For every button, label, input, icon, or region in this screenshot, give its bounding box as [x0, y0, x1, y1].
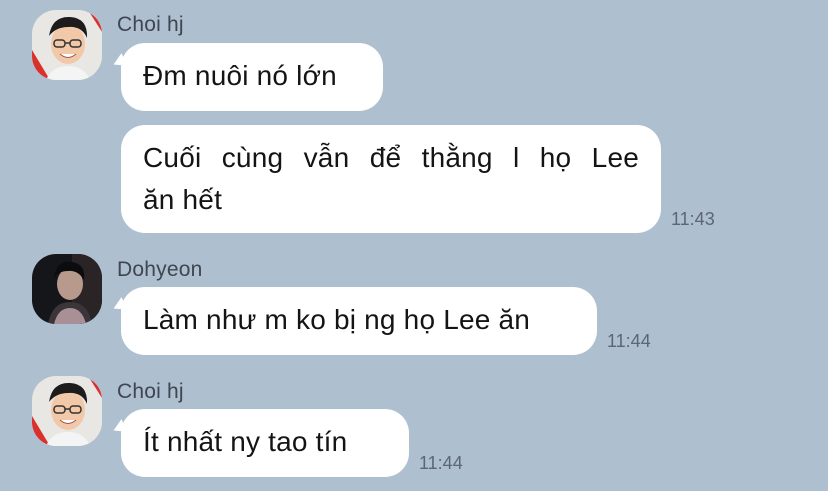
- message-timestamp: 11:44: [607, 331, 651, 351]
- message-bubble[interactable]: Đm nuôi nó lớn: [121, 43, 383, 111]
- message-text-line: ăn hết: [143, 184, 223, 215]
- person-photo-icon: [32, 376, 102, 446]
- message-text: Ít nhất ny tao tín: [143, 426, 348, 457]
- message-timestamp: 11:43: [671, 209, 715, 229]
- chat-area: Choi hj Đm nuôi nó lớn Cuối cùng vẫn để …: [0, 0, 828, 491]
- avatar-choi-hj[interactable]: [32, 376, 102, 446]
- sender-name: Choi hj: [117, 13, 184, 36]
- person-photo-icon: [32, 10, 102, 80]
- sender-name: Dohyeon: [117, 258, 203, 281]
- message-timestamp: 11:44: [419, 453, 463, 473]
- avatar-dohyeon[interactable]: [32, 254, 102, 324]
- sender-name: Choi hj: [117, 380, 184, 403]
- message-bubble[interactable]: Cuối cùng vẫn để thằng l họ Lee ăn hết: [121, 125, 661, 233]
- message-text: Đm nuôi nó lớn: [143, 60, 337, 91]
- message-text: Làm như m ko bị ng họ Lee ăn: [143, 304, 531, 335]
- person-photo-icon: [32, 254, 102, 324]
- message-bubble[interactable]: Ít nhất ny tao tín: [121, 409, 409, 477]
- message-text-line: Cuối cùng vẫn để thằng l họ Lee: [143, 142, 639, 173]
- message-bubble[interactable]: Làm như m ko bị ng họ Lee ăn: [121, 287, 597, 355]
- avatar-choi-hj[interactable]: [32, 10, 102, 80]
